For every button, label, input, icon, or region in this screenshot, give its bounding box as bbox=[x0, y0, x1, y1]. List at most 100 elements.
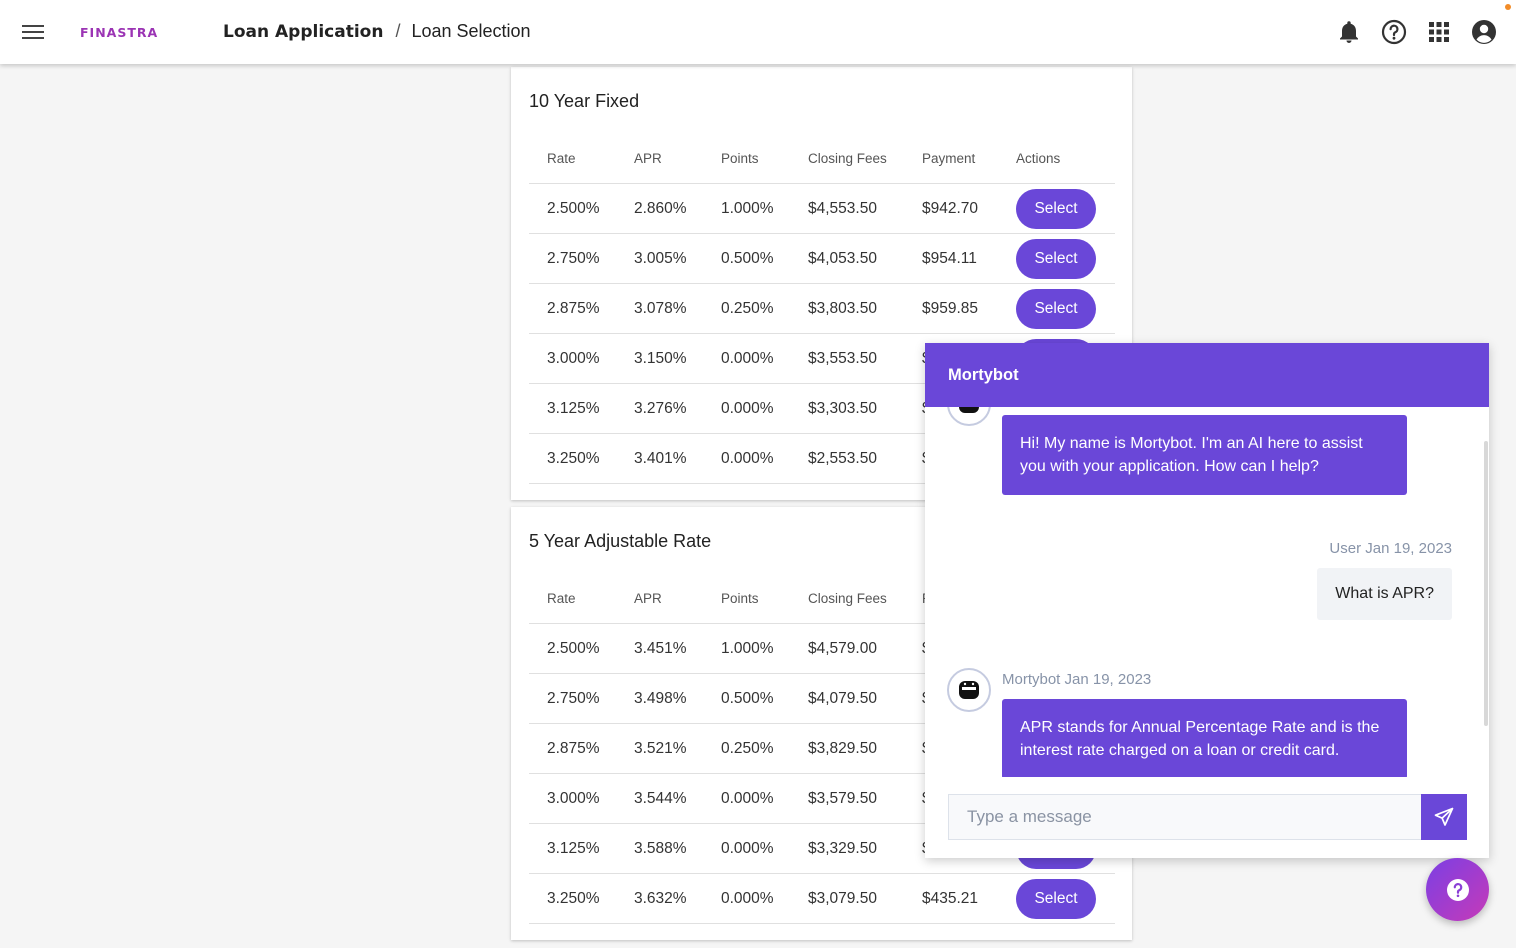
cell-apr: 2.860% bbox=[634, 200, 687, 217]
bell-icon[interactable] bbox=[1335, 18, 1363, 46]
table-row: 2.500% 2.860% 1.000% $4,553.50 $942.70 S… bbox=[529, 184, 1115, 234]
user-message-meta: User Jan 19, 2023 bbox=[1329, 540, 1452, 557]
chat-composer bbox=[948, 794, 1467, 840]
help-circle-icon[interactable] bbox=[1380, 18, 1408, 46]
column-closing-fees: Closing Fees bbox=[808, 151, 887, 166]
cell-points: 0.000% bbox=[721, 890, 774, 907]
cell-payment: $959.85 bbox=[922, 300, 979, 317]
cell-points: 0.000% bbox=[721, 350, 774, 367]
menu-icon[interactable] bbox=[20, 21, 46, 43]
account-circle-icon[interactable] bbox=[1470, 18, 1498, 46]
cell-apr: 3.498% bbox=[634, 690, 687, 707]
cell-closing-fees: $3,303.50 bbox=[808, 400, 877, 417]
cell-closing-fees: $3,553.50 bbox=[808, 350, 877, 367]
column-apr: APR bbox=[634, 151, 662, 166]
cell-closing-fees: $3,579.50 bbox=[808, 790, 877, 807]
robot-avatar-icon bbox=[947, 407, 991, 426]
select-button[interactable]: Select bbox=[1016, 879, 1096, 919]
user-message-bubble: What is APR? bbox=[1317, 568, 1452, 620]
cell-apr: 3.588% bbox=[634, 840, 687, 857]
cell-apr: 3.005% bbox=[634, 250, 687, 267]
select-button[interactable]: Select bbox=[1016, 289, 1096, 329]
cell-closing-fees: $3,803.50 bbox=[808, 300, 877, 317]
cell-rate: 2.875% bbox=[547, 300, 600, 317]
cell-rate: 3.000% bbox=[547, 350, 600, 367]
column-rate: Rate bbox=[547, 151, 576, 166]
column-apr: APR bbox=[634, 591, 662, 606]
cell-apr: 3.078% bbox=[634, 300, 687, 317]
chat-scrollbar[interactable] bbox=[1484, 441, 1488, 726]
column-points: Points bbox=[721, 151, 759, 166]
cell-closing-fees: $3,829.50 bbox=[808, 740, 877, 757]
breadcrumb-page: Loan Selection bbox=[411, 21, 531, 41]
cell-payment: $954.11 bbox=[922, 250, 977, 267]
cell-apr: 3.521% bbox=[634, 740, 687, 757]
help-icon bbox=[1446, 878, 1469, 901]
cell-points: 0.500% bbox=[721, 250, 774, 267]
breadcrumb-app[interactable]: Loan Application bbox=[223, 22, 383, 42]
column-closing-fees: Closing Fees bbox=[808, 591, 887, 606]
app-header: FINASTRA Loan Application / Loan Selecti… bbox=[0, 0, 1516, 64]
message-input[interactable] bbox=[948, 794, 1422, 840]
cell-apr: 3.632% bbox=[634, 890, 687, 907]
cell-rate: 2.500% bbox=[547, 640, 600, 657]
cell-payment: $942.70 bbox=[922, 200, 979, 217]
send-button[interactable] bbox=[1421, 794, 1467, 840]
cell-closing-fees: $4,579.00 bbox=[808, 640, 877, 657]
column-points: Points bbox=[721, 591, 759, 606]
column-actions: Actions bbox=[1016, 151, 1061, 166]
cell-rate: 3.250% bbox=[547, 450, 600, 467]
cell-rate: 2.500% bbox=[547, 200, 600, 217]
cell-closing-fees: $4,553.50 bbox=[808, 200, 877, 217]
card-title: 5 Year Adjustable Rate bbox=[529, 531, 712, 551]
table-row: 3.250% 3.632% 0.000% $3,079.50 $435.21 S… bbox=[529, 874, 1115, 924]
column-payment: Payment bbox=[922, 151, 976, 166]
cell-closing-fees: $4,079.50 bbox=[808, 690, 877, 707]
select-button[interactable]: Select bbox=[1016, 239, 1096, 279]
cell-rate: 2.875% bbox=[547, 740, 600, 757]
cell-closing-fees: $4,053.50 bbox=[808, 250, 877, 267]
bot-message-bubble: APR stands for Annual Percentage Rate an… bbox=[1002, 699, 1407, 777]
cell-apr: 3.150% bbox=[634, 350, 687, 367]
chat-title: Mortybot bbox=[948, 366, 1019, 384]
cell-closing-fees: $2,553.50 bbox=[808, 450, 877, 467]
cell-rate: 2.750% bbox=[547, 250, 600, 267]
cell-points: 0.000% bbox=[721, 450, 774, 467]
select-button[interactable]: Select bbox=[1016, 189, 1096, 229]
cell-points: 0.000% bbox=[721, 840, 774, 857]
cell-rate: 2.750% bbox=[547, 690, 600, 707]
table-row: 2.750% 3.005% 0.500% $4,053.50 $954.11 S… bbox=[529, 234, 1115, 284]
cell-points: 1.000% bbox=[721, 640, 774, 657]
cell-apr: 3.276% bbox=[634, 400, 687, 417]
send-icon bbox=[1434, 807, 1454, 826]
chat-panel: Mortybot Hi! My name is Mortybot. I'm an… bbox=[925, 343, 1489, 858]
bot-message-bubble: Hi! My name is Mortybot. I'm an AI here … bbox=[1002, 415, 1407, 495]
bot-message-meta: Mortybot Jan 19, 2023 bbox=[1002, 671, 1152, 688]
cell-apr: 3.544% bbox=[634, 790, 687, 807]
cell-apr: 3.401% bbox=[634, 450, 687, 467]
table-header: Rate APR Points Closing Fees Payment Act… bbox=[529, 134, 1115, 184]
brand-logo[interactable]: FINASTRA bbox=[80, 25, 158, 40]
cell-points: 0.250% bbox=[721, 300, 774, 317]
notification-dot bbox=[1505, 4, 1511, 10]
cell-payment: $435.21 bbox=[922, 890, 979, 907]
apps-grid-icon[interactable] bbox=[1425, 18, 1453, 46]
cell-points: 0.250% bbox=[721, 740, 774, 757]
cell-rate: 3.250% bbox=[547, 890, 600, 907]
cell-rate: 3.125% bbox=[547, 840, 600, 857]
breadcrumb: Loan Application / Loan Selection bbox=[223, 21, 531, 42]
cell-points: 0.000% bbox=[721, 400, 774, 417]
cell-closing-fees: $3,079.50 bbox=[808, 890, 877, 907]
table-row: 2.875% 3.078% 0.250% $3,803.50 $959.85 S… bbox=[529, 284, 1115, 334]
cell-rate: 3.000% bbox=[547, 790, 600, 807]
cell-apr: 3.451% bbox=[634, 640, 687, 657]
cell-points: 1.000% bbox=[721, 200, 774, 217]
robot-avatar-icon bbox=[947, 668, 991, 712]
chat-messages[interactable]: Hi! My name is Mortybot. I'm an AI here … bbox=[925, 407, 1489, 777]
cell-closing-fees: $3,329.50 bbox=[808, 840, 877, 857]
breadcrumb-separator: / bbox=[395, 21, 401, 41]
column-rate: Rate bbox=[547, 591, 576, 606]
help-fab-button[interactable] bbox=[1426, 858, 1489, 921]
card-title: 10 Year Fixed bbox=[529, 91, 640, 111]
cell-rate: 3.125% bbox=[547, 400, 600, 417]
